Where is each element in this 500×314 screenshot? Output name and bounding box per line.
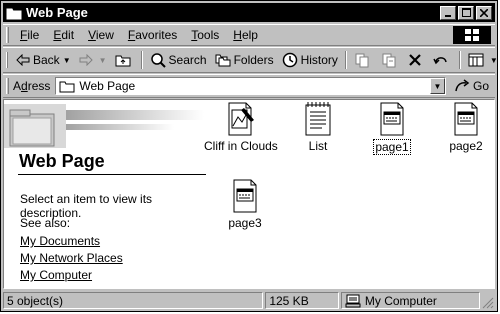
undo-button[interactable]: [429, 49, 456, 71]
folders-icon: [215, 54, 231, 67]
menu-help[interactable]: Help: [226, 28, 265, 42]
file-label: Cliff in Clouds: [204, 139, 278, 153]
file-item-cliff-in-clouds[interactable]: Cliff in Clouds: [203, 102, 278, 153]
menu-grip[interactable]: [6, 27, 9, 43]
history-icon: [282, 52, 297, 68]
status-size: 125 KB: [265, 292, 339, 309]
html-document-icon: [233, 179, 257, 213]
address-bar: Adress Web Page ▼ Go: [3, 74, 495, 98]
move-to-icon: [355, 53, 369, 68]
go-arrow-icon: [455, 79, 470, 92]
menu-edit[interactable]: Edit: [46, 28, 81, 42]
views-dropdown-icon[interactable]: ▼: [490, 56, 498, 65]
toolbar-separator: [344, 51, 347, 69]
panel-divider: [18, 174, 206, 175]
move-to-button[interactable]: [350, 49, 377, 71]
forward-dropdown-icon[interactable]: ▼: [99, 56, 107, 65]
status-bar: 5 object(s) 125 KB My Computer: [3, 290, 495, 311]
folders-label: Folders: [233, 53, 274, 67]
html-document-icon: [380, 102, 404, 136]
menu-bar: File Edit View Favorites Tools Help: [3, 24, 495, 46]
toolbar-separator: [140, 51, 143, 69]
history-button[interactable]: History: [278, 49, 342, 71]
file-item-page1[interactable]: page1: [355, 102, 429, 155]
computer-icon: [345, 294, 361, 307]
status-zone-label: My Computer: [364, 293, 437, 308]
web-view-panel: Web Page Select an item to view its desc…: [4, 100, 210, 288]
html-document-icon: [454, 102, 478, 136]
search-button[interactable]: Search: [146, 49, 211, 71]
go-label: Go: [472, 79, 489, 93]
address-input[interactable]: Web Page ▼: [55, 77, 446, 95]
back-arrow-icon: [16, 54, 30, 66]
delete-icon: [409, 54, 421, 66]
up-folder-button[interactable]: [111, 49, 138, 71]
folder-icon: [6, 8, 22, 19]
link-my-documents[interactable]: My Documents: [20, 234, 100, 248]
menu-file[interactable]: File: [13, 28, 46, 42]
address-label: Adress: [13, 79, 51, 93]
toolbar-grip[interactable]: [6, 52, 8, 68]
file-item-list[interactable]: List: [281, 102, 355, 153]
address-value: Web Page: [79, 79, 136, 93]
toolbar-separator: [458, 51, 461, 69]
close-button[interactable]: [476, 5, 492, 20]
file-label: page1: [373, 139, 411, 155]
close-icon: [480, 8, 488, 17]
go-button[interactable]: Go: [446, 79, 495, 93]
up-folder-icon: [115, 55, 131, 67]
forward-arrow-icon: [79, 54, 93, 66]
minimize-button[interactable]: [440, 5, 456, 20]
address-dropdown-button[interactable]: ▼: [429, 78, 445, 94]
forward-button[interactable]: ▼: [75, 49, 111, 71]
copy-to-button[interactable]: [377, 49, 404, 71]
folder-icon: [59, 81, 75, 92]
folder-view: Web Page Select an item to view its desc…: [3, 99, 495, 289]
search-label: Search: [168, 53, 207, 67]
back-button[interactable]: Back ▼: [12, 49, 75, 71]
title-bar[interactable]: Web Page: [3, 3, 495, 22]
views-button[interactable]: ▼: [464, 49, 500, 71]
file-item-page3[interactable]: page3: [208, 179, 282, 230]
status-object-count: 5 object(s): [3, 292, 264, 309]
image-document-icon: [228, 102, 254, 136]
file-label: List: [308, 139, 328, 153]
see-also-label: See also:: [20, 216, 71, 230]
address-grip[interactable]: [6, 78, 9, 94]
file-label: page3: [228, 216, 262, 230]
folders-button[interactable]: Folders: [211, 49, 278, 71]
maximize-icon: [461, 8, 471, 17]
status-zone: My Computer: [340, 292, 480, 309]
undo-icon: [433, 57, 447, 65]
maximize-button[interactable]: [458, 5, 474, 20]
menu-favorites[interactable]: Favorites: [121, 28, 184, 42]
delete-button[interactable]: [404, 49, 429, 71]
file-item-page2[interactable]: page2: [429, 102, 500, 153]
search-icon: [150, 53, 166, 68]
text-document-icon: [305, 102, 331, 136]
views-icon: [468, 53, 484, 67]
chevron-down-icon: ▼: [433, 81, 442, 91]
back-dropdown-icon[interactable]: ▼: [63, 56, 71, 65]
folder-banner-icon: [4, 104, 204, 148]
minimize-icon: [445, 14, 451, 17]
window-title: Web Page: [26, 5, 88, 20]
link-my-network-places[interactable]: My Network Places: [20, 251, 123, 265]
windows-logo-icon: [453, 26, 491, 44]
back-label: Back: [33, 53, 60, 67]
panel-title: Web Page: [19, 151, 105, 171]
copy-to-icon: [382, 53, 396, 68]
file-label: page2: [449, 139, 483, 153]
standard-toolbar: Back ▼ ▼ Search Folders History ▼: [3, 47, 498, 73]
link-my-computer[interactable]: My Computer: [20, 268, 92, 282]
explorer-window: Web Page File Edit View Favorites Tools …: [0, 0, 498, 312]
menu-tools[interactable]: Tools: [184, 28, 226, 42]
resize-grip-icon[interactable]: [482, 297, 494, 309]
menu-view[interactable]: View: [81, 28, 121, 42]
history-label: History: [300, 53, 338, 67]
